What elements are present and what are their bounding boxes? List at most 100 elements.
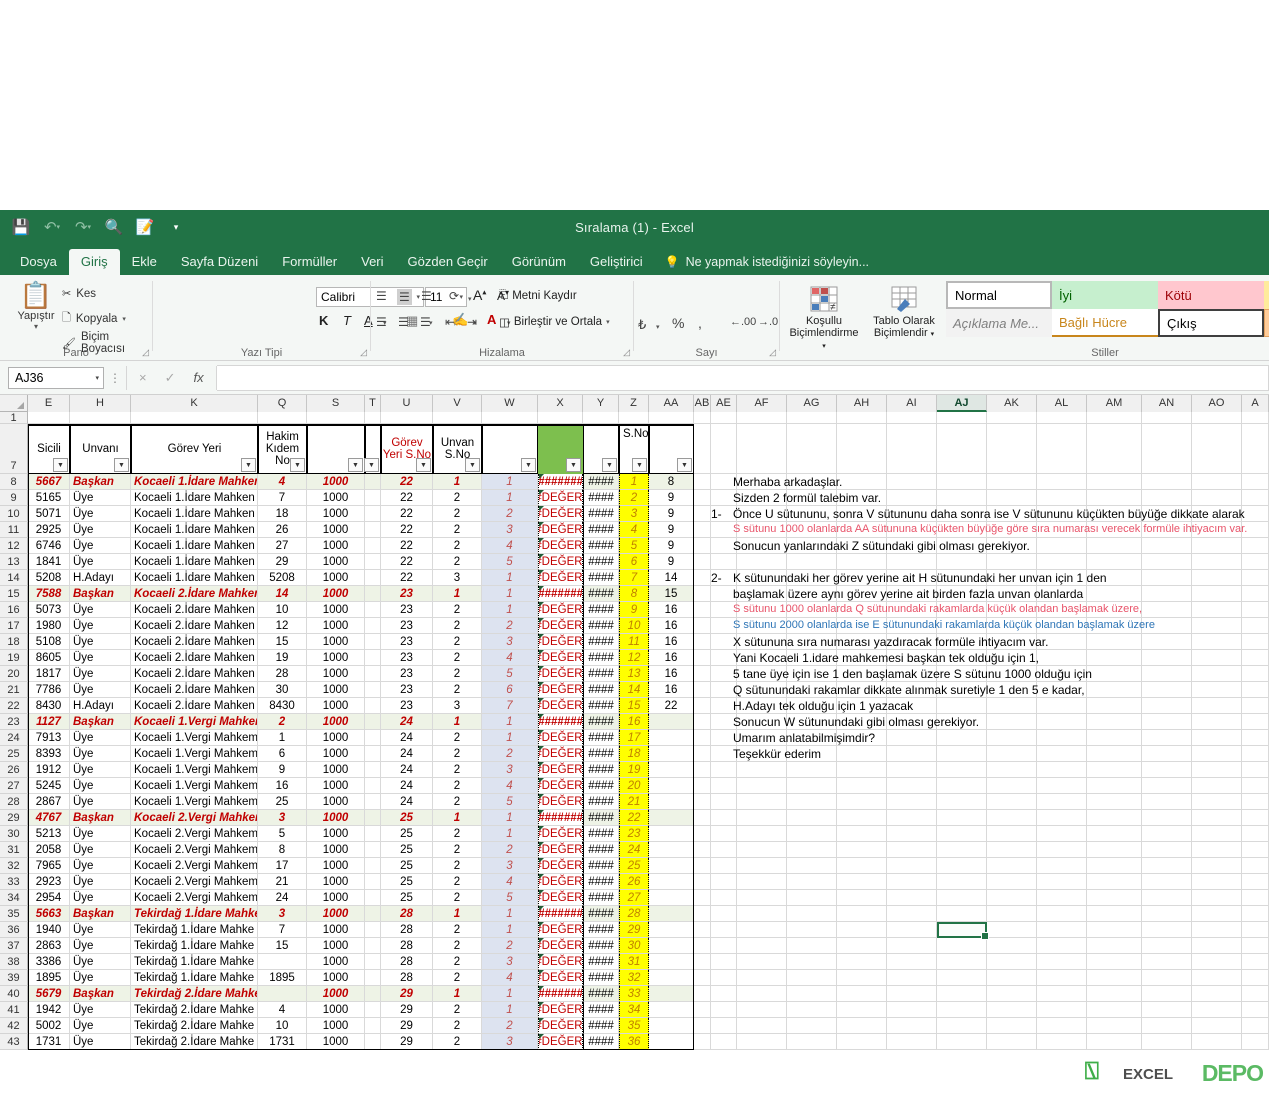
cell-AH39[interactable] bbox=[837, 970, 887, 986]
cell-AK41[interactable] bbox=[987, 1002, 1037, 1018]
cell-AH31[interactable] bbox=[837, 842, 887, 858]
cell-X40[interactable]: ####### bbox=[538, 986, 583, 1002]
cell-AO18[interactable] bbox=[1192, 634, 1242, 650]
cell-H36[interactable]: Üye bbox=[70, 922, 131, 938]
cell-H27[interactable]: Üye bbox=[70, 778, 131, 794]
cell-H41[interactable]: Üye bbox=[70, 1002, 131, 1018]
tab-gozden-gecir[interactable]: Gözden Geçir bbox=[396, 249, 500, 275]
cell-X36[interactable]: #DEĞER! bbox=[538, 922, 583, 938]
cell-AO24[interactable] bbox=[1192, 730, 1242, 746]
cell-S36[interactable]: 1000 bbox=[307, 922, 365, 938]
cell-W14[interactable]: 1 bbox=[482, 570, 538, 586]
cell-H25[interactable]: Üye bbox=[70, 746, 131, 762]
cell-AF35[interactable] bbox=[737, 906, 787, 922]
cell-A12[interactable] bbox=[1242, 538, 1269, 554]
cell-AA14[interactable]: 14 bbox=[649, 570, 694, 586]
cell-AG43[interactable] bbox=[787, 1034, 837, 1050]
cell-AL22[interactable] bbox=[1037, 698, 1087, 714]
cell-X19[interactable]: #DEĞER! bbox=[538, 650, 583, 666]
cell-AL13[interactable] bbox=[1037, 554, 1087, 570]
cell-W28[interactable]: 5 bbox=[482, 794, 538, 810]
cell-AN13[interactable] bbox=[1142, 554, 1192, 570]
cell-A15[interactable] bbox=[1242, 586, 1269, 602]
cell-V9[interactable]: 2 bbox=[433, 490, 482, 506]
cell-AM1[interactable] bbox=[1087, 412, 1142, 424]
cell-U33[interactable]: 25 bbox=[381, 874, 433, 890]
cell-E23[interactable]: 1127 bbox=[28, 714, 70, 730]
cell-AJ41[interactable] bbox=[937, 1002, 987, 1018]
cell-E27[interactable]: 5245 bbox=[28, 778, 70, 794]
cell-V22[interactable]: 3 bbox=[433, 698, 482, 714]
cell-H34[interactable]: Üye bbox=[70, 890, 131, 906]
cell-Z23[interactable]: 16 bbox=[619, 714, 649, 730]
cell-AH43[interactable] bbox=[837, 1034, 887, 1050]
cell-AL27[interactable] bbox=[1037, 778, 1087, 794]
cell-X41[interactable]: #DEĞER! bbox=[538, 1002, 583, 1018]
cell-Y10[interactable]: #### bbox=[583, 506, 619, 522]
row-header-16[interactable]: 16 bbox=[0, 602, 28, 618]
cell-Q30[interactable]: 5 bbox=[258, 826, 307, 842]
cell-V42[interactable]: 2 bbox=[433, 1018, 482, 1034]
cell-T22[interactable] bbox=[365, 698, 381, 714]
row-header-19[interactable]: 19 bbox=[0, 650, 28, 666]
cell-AB38[interactable] bbox=[694, 954, 711, 970]
cell-AI36[interactable] bbox=[887, 922, 937, 938]
cell-A24[interactable] bbox=[1242, 730, 1269, 746]
cell-A21[interactable] bbox=[1242, 682, 1269, 698]
row-header-14[interactable]: 14 bbox=[0, 570, 28, 586]
cell-E13[interactable]: 1841 bbox=[28, 554, 70, 570]
cell-Q27[interactable]: 16 bbox=[258, 778, 307, 794]
cell-K31[interactable]: Kocaeli 2.Vergi Mahkem bbox=[131, 842, 258, 858]
cell-K11[interactable]: Kocaeli 1.İdare Mahken bbox=[131, 522, 258, 538]
align-top-icon[interactable]: ☰ bbox=[376, 289, 387, 303]
cell-S24[interactable]: 1000 bbox=[307, 730, 365, 746]
cell-AE38[interactable] bbox=[711, 954, 737, 970]
cell-X42[interactable]: #DEĞER! bbox=[538, 1018, 583, 1034]
cell-AK33[interactable] bbox=[987, 874, 1037, 890]
cell-Z8[interactable]: 1 bbox=[619, 474, 649, 490]
cell-X8[interactable]: ####### bbox=[538, 474, 583, 490]
cell-AJ27[interactable] bbox=[937, 778, 987, 794]
cell-A28[interactable] bbox=[1242, 794, 1269, 810]
cell-AM23[interactable] bbox=[1087, 714, 1142, 730]
cell-AN22[interactable] bbox=[1142, 698, 1192, 714]
cell-E9[interactable]: 5165 bbox=[28, 490, 70, 506]
cell-AA24[interactable] bbox=[649, 730, 694, 746]
cell-H29[interactable]: Başkan bbox=[70, 810, 131, 826]
cell-Z31[interactable]: 24 bbox=[619, 842, 649, 858]
cell-Y11[interactable]: #### bbox=[583, 522, 619, 538]
cell-A30[interactable] bbox=[1242, 826, 1269, 842]
cell-V26[interactable]: 2 bbox=[433, 762, 482, 778]
cell-AB15[interactable] bbox=[694, 586, 711, 602]
cell-AL23[interactable] bbox=[1037, 714, 1087, 730]
cell-AA10[interactable]: 9 bbox=[649, 506, 694, 522]
cell-AK40[interactable] bbox=[987, 986, 1037, 1002]
cell-AO17[interactable] bbox=[1192, 618, 1242, 634]
cell-Q17[interactable]: 12 bbox=[258, 618, 307, 634]
cell-Q31[interactable]: 8 bbox=[258, 842, 307, 858]
cell-X21[interactable]: #DEĞER! bbox=[538, 682, 583, 698]
cell-AN26[interactable] bbox=[1142, 762, 1192, 778]
cell-W8[interactable]: 1 bbox=[482, 474, 538, 490]
cell-U11[interactable]: 22 bbox=[381, 522, 433, 538]
row-header-27[interactable]: 27 bbox=[0, 778, 28, 794]
cell-K39[interactable]: Tekirdağ 1.İdare Mahke bbox=[131, 970, 258, 986]
cell-V20[interactable]: 2 bbox=[433, 666, 482, 682]
cell-K41[interactable]: Tekirdağ 2.İdare Mahke bbox=[131, 1002, 258, 1018]
cell-T29[interactable] bbox=[365, 810, 381, 826]
cell-AA17[interactable]: 16 bbox=[649, 618, 694, 634]
cell-E21[interactable]: 7786 bbox=[28, 682, 70, 698]
column-header-AH[interactable]: AH bbox=[837, 395, 887, 412]
style-normal[interactable]: Normal bbox=[946, 281, 1052, 309]
cell-H23[interactable]: Başkan bbox=[70, 714, 131, 730]
cell-Y31[interactable]: #### bbox=[583, 842, 619, 858]
cell-AB21[interactable] bbox=[694, 682, 711, 698]
filter-dropdown-T[interactable]: ▼ bbox=[364, 458, 379, 472]
cell-H43[interactable]: Üye bbox=[70, 1034, 131, 1050]
cell-AB22[interactable] bbox=[694, 698, 711, 714]
cell-AI30[interactable] bbox=[887, 826, 937, 842]
cell-H9[interactable]: Üye bbox=[70, 490, 131, 506]
cell-V40[interactable]: 1 bbox=[433, 986, 482, 1002]
filter-dropdown-V[interactable]: ▼ bbox=[465, 458, 480, 472]
cell-AI32[interactable] bbox=[887, 858, 937, 874]
